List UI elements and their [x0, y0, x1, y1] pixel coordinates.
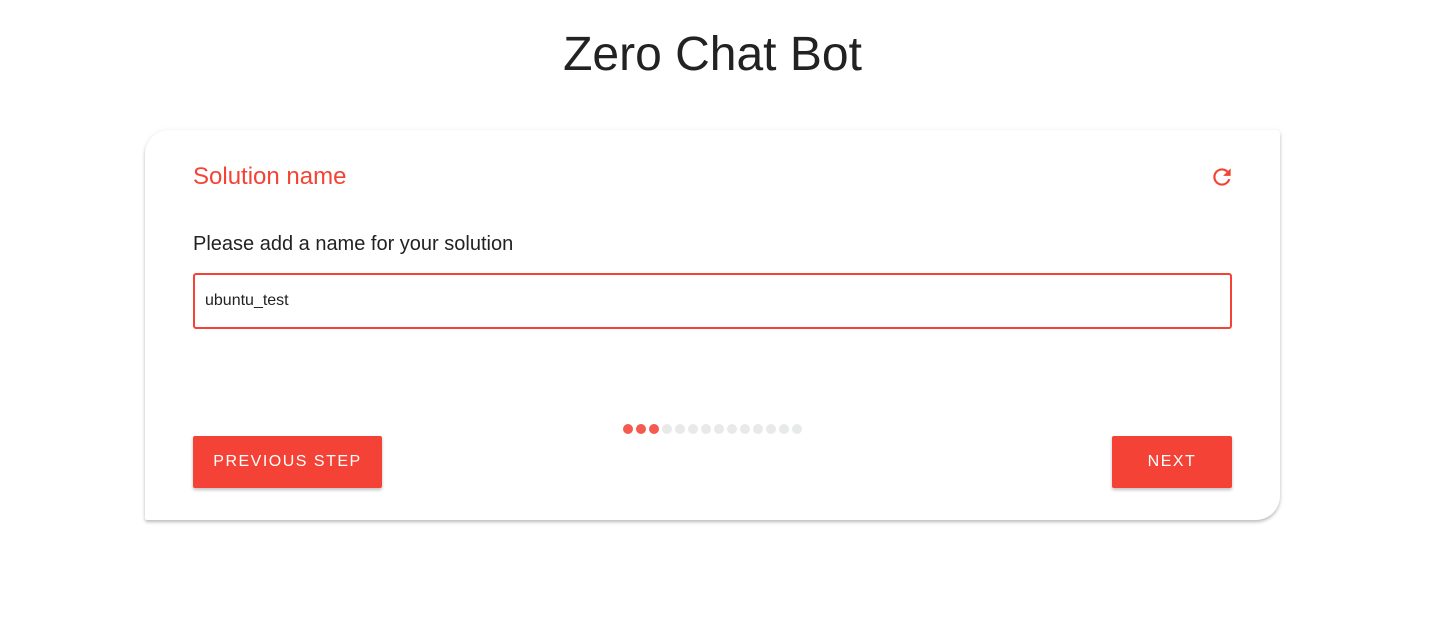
previous-step-button[interactable]: PREVIOUS STEP [193, 436, 382, 488]
progress-dot [636, 424, 646, 434]
app-title: Zero Chat Bot [563, 28, 862, 81]
solution-name-label: Please add a name for your solution [193, 233, 514, 255]
solution-name-input[interactable] [193, 273, 1232, 329]
progress-dot [740, 424, 750, 434]
progress-dot [649, 424, 659, 434]
progress-dot [675, 424, 685, 434]
progress-dot [688, 424, 698, 434]
wizard-card: Solution name Please add a name for your… [145, 130, 1280, 520]
progress-dot [766, 424, 776, 434]
refresh-icon[interactable] [1209, 164, 1235, 190]
step-progress-dots [623, 424, 802, 434]
step-title: Solution name [193, 163, 347, 190]
progress-dot [792, 424, 802, 434]
progress-dot [779, 424, 789, 434]
progress-dot [714, 424, 724, 434]
progress-dot [753, 424, 763, 434]
progress-dot [701, 424, 711, 434]
progress-dot [623, 424, 633, 434]
progress-dot [727, 424, 737, 434]
progress-dot [662, 424, 672, 434]
next-button[interactable]: NEXT [1112, 436, 1232, 488]
